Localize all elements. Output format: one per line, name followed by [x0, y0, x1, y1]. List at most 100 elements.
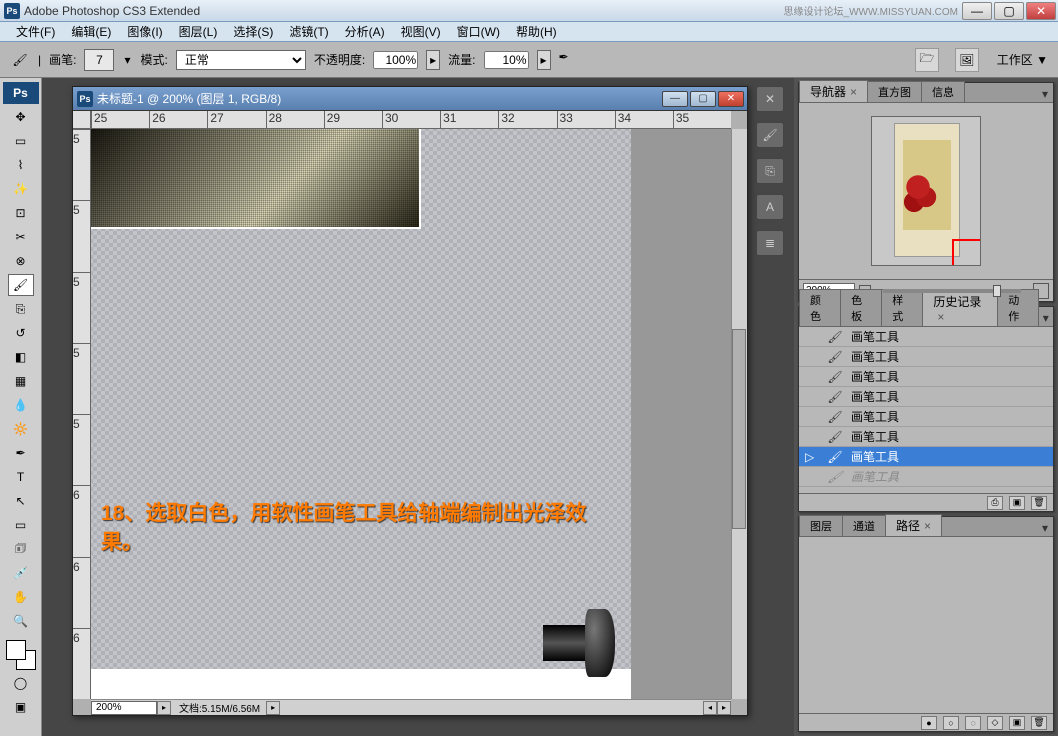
slice-tool[interactable]: ✂: [8, 226, 34, 248]
panel-menu-icon[interactable]: ▾: [1038, 310, 1053, 326]
tab-actions[interactable]: 动作: [997, 289, 1039, 326]
zoom-caret[interactable]: ▸: [157, 701, 171, 715]
bridge-icon[interactable]: 🖼: [955, 48, 979, 72]
menu-edit[interactable]: 编辑(E): [63, 23, 119, 40]
history-item[interactable]: 🖌画笔工具: [799, 327, 1053, 347]
scroll-right-button[interactable]: ▸: [717, 701, 731, 715]
tab-layers[interactable]: 图层: [799, 515, 843, 536]
navigator-viewport[interactable]: [952, 239, 981, 266]
screenmode-icon[interactable]: ▣: [8, 696, 34, 718]
workspace-menu[interactable]: 工作区 ▼: [997, 51, 1048, 68]
info-caret[interactable]: ▸: [266, 701, 280, 715]
new-state-icon[interactable]: ▣: [1009, 496, 1025, 510]
paths-list[interactable]: [799, 537, 1053, 713]
doc-maximize-button[interactable]: ▢: [690, 91, 716, 107]
dock-clone-icon[interactable]: ⎘: [756, 158, 784, 184]
fill-path-icon[interactable]: ●: [921, 716, 937, 730]
panel-menu-icon[interactable]: ▾: [1037, 86, 1053, 102]
move-tool[interactable]: ✥: [8, 106, 34, 128]
stamp-tool[interactable]: ⎘: [8, 298, 34, 320]
airbrush-icon[interactable]: ✒: [559, 50, 579, 70]
history-item-selected[interactable]: ▷🖌画笔工具: [799, 447, 1053, 467]
delete-icon[interactable]: 🗑: [1031, 496, 1047, 510]
flow-stepper[interactable]: ▸: [537, 50, 551, 70]
history-item-future[interactable]: 🖌画笔工具: [799, 467, 1053, 487]
menu-help[interactable]: 帮助(H): [508, 23, 565, 40]
gradient-tool[interactable]: ▦: [8, 370, 34, 392]
delete-path-icon[interactable]: 🗑: [1031, 716, 1047, 730]
opacity-input[interactable]: [373, 51, 418, 69]
tab-styles[interactable]: 样式: [881, 289, 923, 326]
dock-para-icon[interactable]: ≣: [756, 230, 784, 256]
vertical-scrollbar[interactable]: [731, 129, 747, 699]
tab-info[interactable]: 信息: [921, 81, 965, 102]
dock-brush-icon[interactable]: 🖌: [756, 122, 784, 148]
brush-menu-caret[interactable]: ▾: [122, 53, 132, 67]
document-titlebar[interactable]: Ps 未标题-1 @ 200% (图层 1, RGB/8) — ▢ ✕: [73, 87, 747, 111]
path-select-tool[interactable]: ↖: [8, 490, 34, 512]
brush-tool[interactable]: 🖌: [8, 274, 34, 296]
navigator-preview[interactable]: [799, 103, 1053, 279]
panel-menu-icon[interactable]: ▾: [1037, 520, 1053, 536]
new-snapshot-icon[interactable]: ⎙: [987, 496, 1003, 510]
doc-minimize-button[interactable]: —: [662, 91, 688, 107]
zoom-slider[interactable]: [883, 289, 1021, 293]
history-item[interactable]: 🖌画笔工具: [799, 367, 1053, 387]
history-item[interactable]: 🖌画笔工具: [799, 347, 1053, 367]
dodge-tool[interactable]: 🔆: [8, 418, 34, 440]
blur-tool[interactable]: 💧: [8, 394, 34, 416]
history-brush-tool[interactable]: ↺: [8, 322, 34, 344]
zoom-tool[interactable]: 🔍: [8, 610, 34, 632]
wand-tool[interactable]: ✨: [8, 178, 34, 200]
menu-analysis[interactable]: 分析(A): [337, 23, 393, 40]
notes-tool[interactable]: 🗊: [8, 538, 34, 560]
doc-close-button[interactable]: ✕: [718, 91, 744, 107]
brush-preview[interactable]: 7: [84, 49, 114, 71]
marquee-tool[interactable]: ▭: [8, 130, 34, 152]
pen-tool[interactable]: ✒: [8, 442, 34, 464]
minimize-button[interactable]: —: [962, 2, 992, 20]
opacity-stepper[interactable]: ▸: [426, 50, 440, 70]
history-item[interactable]: 🖌画笔工具: [799, 407, 1053, 427]
eraser-tool[interactable]: ◧: [8, 346, 34, 368]
tab-paths[interactable]: 路径×: [885, 514, 942, 536]
tab-channels[interactable]: 通道: [842, 515, 886, 536]
horizontal-ruler[interactable]: 2526272829303132333435: [91, 111, 731, 129]
make-path-icon[interactable]: ◇: [987, 716, 1003, 730]
close-button[interactable]: ✕: [1026, 2, 1056, 20]
menu-filter[interactable]: 滤镜(T): [281, 23, 336, 40]
history-item[interactable]: 🖌画笔工具: [799, 427, 1053, 447]
scroll-left-button[interactable]: ◂: [703, 701, 717, 715]
ruler-origin[interactable]: [73, 111, 91, 129]
menu-layer[interactable]: 图层(L): [171, 23, 226, 40]
stroke-path-icon[interactable]: ○: [943, 716, 959, 730]
heal-tool[interactable]: ⊗: [8, 250, 34, 272]
history-item[interactable]: 🖌画笔工具: [799, 387, 1053, 407]
quickmask-icon[interactable]: ◯: [8, 672, 34, 694]
file-browser-icon[interactable]: 🗁: [915, 48, 939, 72]
canvas[interactable]: 18、选取白色，用软性画笔工具给轴端编制出光泽效果。: [91, 129, 731, 699]
document-info[interactable]: 文档:5.15M/6.56M: [179, 700, 260, 715]
shape-tool[interactable]: ▭: [8, 514, 34, 536]
crop-tool[interactable]: ⊡: [8, 202, 34, 224]
brush-tool-icon[interactable]: 🖌: [10, 50, 30, 70]
ps-logo-icon[interactable]: Ps: [3, 82, 39, 104]
menu-file[interactable]: 文件(F): [8, 23, 63, 40]
tab-swatches[interactable]: 色板: [840, 289, 882, 326]
menu-window[interactable]: 窗口(W): [449, 23, 508, 40]
hand-tool[interactable]: ✋: [8, 586, 34, 608]
zoom-input[interactable]: [91, 701, 157, 715]
tab-color[interactable]: 颜色: [799, 289, 841, 326]
tab-histogram[interactable]: 直方图: [867, 81, 922, 102]
menu-select[interactable]: 选择(S): [225, 23, 281, 40]
selection-icon[interactable]: ◌: [965, 716, 981, 730]
new-path-icon[interactable]: ▣: [1009, 716, 1025, 730]
lasso-tool[interactable]: ⌇: [8, 154, 34, 176]
foreground-color[interactable]: [6, 640, 26, 660]
flow-input[interactable]: [484, 51, 529, 69]
tab-navigator[interactable]: 导航器×: [799, 80, 868, 102]
eyedropper-tool[interactable]: 💉: [8, 562, 34, 584]
menu-image[interactable]: 图像(I): [119, 23, 170, 40]
maximize-button[interactable]: ▢: [994, 2, 1024, 20]
dock-tools-icon[interactable]: ✕: [756, 86, 784, 112]
